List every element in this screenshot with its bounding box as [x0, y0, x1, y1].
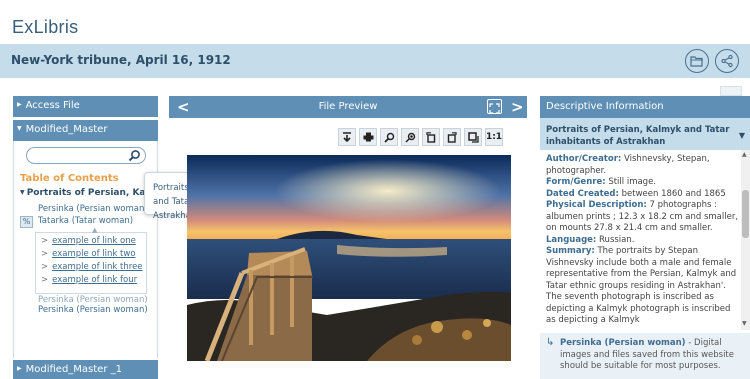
record-title: Portraits of Persian, Kalmyk and Tatar i… — [546, 125, 730, 147]
link-label: example of link two — [52, 249, 136, 259]
zoom-out-button[interactable] — [380, 128, 398, 146]
triangle-right-icon: ▶ — [17, 365, 22, 372]
metadata-list: Author/Creator: Vishnevsky, Stepan, phot… — [540, 150, 745, 330]
metadata-label: Physical Description: — [546, 200, 647, 210]
print-icon — [363, 132, 373, 142]
fit-page-icon — [467, 131, 479, 143]
metadata-label: Dated Created: — [546, 188, 619, 199]
toc-item[interactable]: Tatarka (Tatar woman) — [38, 216, 133, 226]
rotate-right-button[interactable] — [443, 128, 461, 146]
link-item[interactable]: > example of link one — [41, 236, 136, 246]
arrow-corner-icon: ↳ — [546, 337, 555, 348]
link-icon[interactable]: % — [20, 216, 33, 228]
record-title-bar[interactable]: Portraits of Persian, Kalmyk and Tatar i… — [540, 118, 750, 150]
next-arrow-icon[interactable]: > — [511, 98, 524, 116]
rotate-left-icon — [426, 131, 436, 143]
accordion-access-file[interactable]: ▶ Access File — [13, 96, 158, 117]
zoom-out-icon — [383, 132, 394, 143]
triangle-right-icon: ▶ — [17, 101, 22, 108]
zoom-in-button[interactable] — [401, 128, 419, 146]
rotate-right-icon — [447, 131, 457, 143]
link-label: example of link one — [52, 236, 136, 246]
link-item[interactable]: > example of link four — [41, 275, 137, 285]
logo-bar: ExLibris — [0, 0, 750, 44]
share-button[interactable] — [715, 49, 739, 73]
link-label: example of link three — [52, 262, 143, 272]
title-bar: New-York tribune, April 16, 1912 — [0, 44, 750, 78]
link-label: example of link four — [52, 275, 138, 285]
toc-item-label: Portraits of Persian, Ka... — [26, 188, 156, 198]
metadata-scrollbar[interactable]: ▲ ▼ — [741, 150, 750, 330]
toc-panel: Table of Contents ▼ Portraits of Persian… — [13, 141, 158, 358]
download-icon — [343, 132, 351, 142]
metadata-value: between 1860 and 1865 — [621, 188, 726, 199]
metadata-author: Author/Creator: Vishnevsky, Stepan, phot… — [546, 154, 739, 177]
app-window: ExLibris New-York tribune, April 16, 191… — [0, 0, 750, 379]
metadata-genre: Form/Genre: Still image. — [546, 177, 739, 189]
metadata-label: Form/Genre: — [546, 177, 606, 187]
scrollbar-thumb[interactable] — [742, 190, 749, 238]
toc-item-current[interactable]: ▼ Portraits of Persian, Ka... — [20, 188, 156, 198]
actual-size-button[interactable]: 1:1 — [485, 128, 503, 146]
metadata-language: Language: Russian. — [546, 235, 739, 247]
metadata-value: The portraits by Stepan Vishnevsky inclu… — [546, 246, 737, 325]
expand-arrows-icon — [489, 103, 500, 114]
fit-page-button[interactable] — [464, 128, 482, 146]
rotate-left-button[interactable] — [422, 128, 440, 146]
links-dropdown: ▲ > example of link one > example of link … — [35, 226, 147, 294]
accordion-label: Modified_Master — [25, 124, 108, 135]
file-preview-header: < File Preview > — [169, 96, 527, 118]
sunset-pier-photo — [187, 155, 511, 361]
link-item[interactable]: > example of link two — [41, 249, 136, 259]
scroll-up-icon[interactable]: ▲ — [742, 151, 747, 158]
scroll-down-icon[interactable]: ▼ — [742, 320, 747, 327]
panel-resize-handle[interactable] — [720, 86, 742, 96]
folder-icon — [690, 56, 703, 67]
download-button[interactable] — [338, 128, 356, 146]
related-title[interactable]: Persinka (Persian woman) — [560, 338, 686, 348]
caret-up-icon: ▲ — [92, 226, 98, 234]
file-preview-title: File Preview — [318, 101, 378, 112]
metadata-value: Russian. — [599, 234, 635, 245]
accordion-label: Access File — [25, 100, 80, 111]
page-title: New-York tribune, April 16, 1912 — [11, 53, 231, 67]
chevron-down-icon[interactable]: ▼ — [739, 130, 745, 142]
print-button[interactable] — [359, 128, 377, 146]
share-icon — [721, 54, 733, 68]
file-preview-image[interactable] — [187, 155, 511, 361]
accordion-modified-master-1[interactable]: ▶ Modified_Master _1 — [13, 360, 158, 379]
metadata-label: Language: — [546, 234, 597, 245]
toc-item[interactable]: Persinka (Persian woman) — [38, 295, 148, 305]
fullscreen-icon[interactable] — [487, 99, 502, 114]
search-input[interactable] — [26, 147, 146, 164]
open-folder-button[interactable] — [685, 49, 709, 73]
metadata-summary: Summary: The portraits by Stepan Vishnev… — [546, 246, 739, 327]
search-icon[interactable] — [128, 149, 141, 162]
triangle-down-icon: ▼ — [17, 125, 22, 132]
left-panel: ▶ Access File ▼ Modified_Master Table of C… — [13, 96, 158, 379]
metadata-date: Dated Created: between 1860 and 1865 — [546, 189, 739, 201]
metadata-physical: Physical Description: 7 photographs : al… — [546, 200, 739, 235]
metadata-label: Summary: — [546, 246, 595, 256]
accordion-label: Modified_Master _1 — [25, 364, 122, 375]
metadata-label: Author/Creator: — [546, 154, 622, 164]
zoom-in-icon — [405, 132, 415, 142]
toc-item[interactable]: Persinka (Persian woman) — [38, 305, 148, 315]
viewer-toolbar: 1:1 — [338, 128, 503, 146]
toc-item[interactable]: Persinka (Persian woman) — [38, 204, 148, 214]
exlibris-logo: ExLibris — [12, 17, 79, 37]
accordion-modified-master[interactable]: ▼ Modified_Master — [13, 120, 158, 141]
triangle-down-icon: ▼ — [20, 189, 27, 196]
descriptive-info-header: Descriptive Information — [540, 96, 750, 118]
toc-title: Table of Contents — [20, 173, 119, 184]
metadata-value: Still image. — [608, 177, 657, 187]
related-item[interactable]: ↳ Persinka (Persian woman) - Digital ima… — [540, 333, 750, 379]
link-item[interactable]: > example of link three — [41, 262, 143, 272]
descriptive-info-title: Descriptive Information — [546, 101, 664, 112]
